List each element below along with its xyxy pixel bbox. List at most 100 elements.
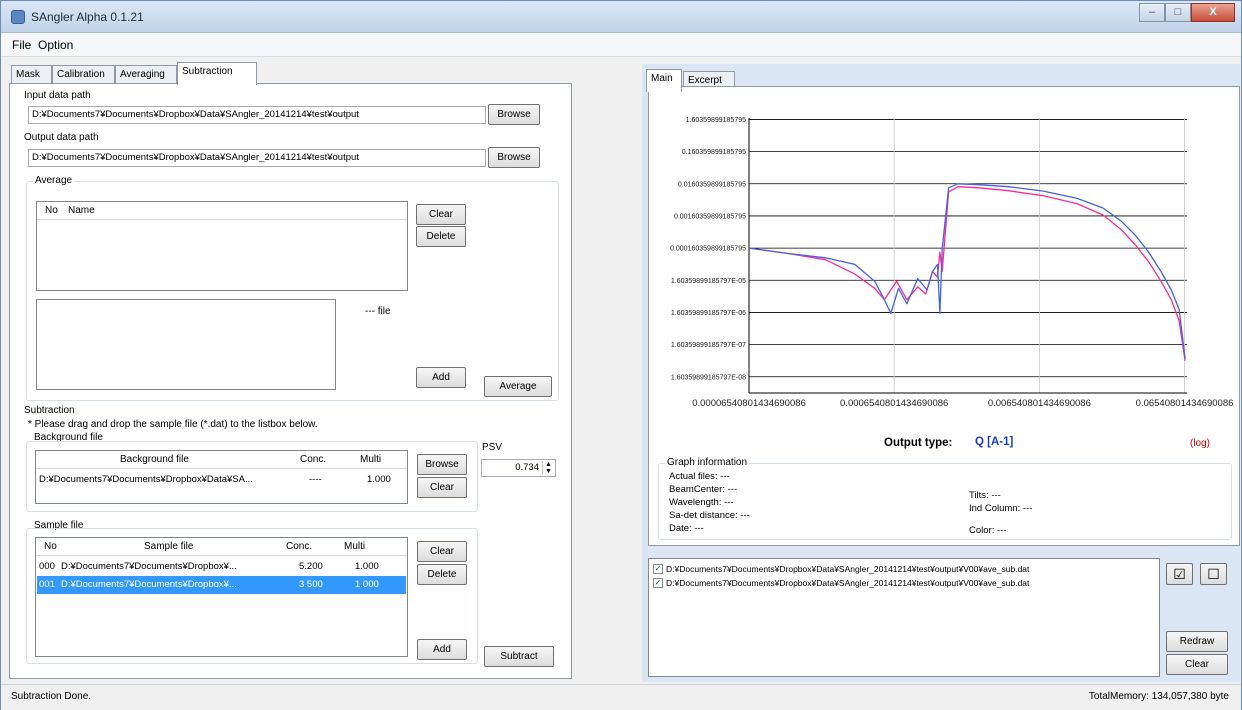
output-path-label: Output data path	[24, 132, 99, 143]
col-name: Name	[68, 205, 95, 216]
x-tick-label: 0.0006540801434690086	[840, 398, 948, 409]
col-sample-multi: Multi	[344, 541, 366, 552]
window-title: SAngler Alpha 0.1.21	[31, 10, 144, 24]
file-list-item[interactable]: ✓ D:¥Documents7¥Documents¥Dropbox¥Data¥S…	[653, 562, 1029, 575]
checkbox-checked-icon[interactable]: ✓	[653, 563, 663, 574]
ind-column-value: ---	[1022, 503, 1033, 514]
tab-subtraction[interactable]: Subtraction	[177, 62, 257, 85]
menu-bar: File Option	[1, 33, 1241, 57]
file-path: D:¥Documents7¥Documents¥Dropbox¥Data¥SAn…	[666, 577, 1030, 588]
background-listview[interactable]: Background file Conc. Multi D:¥Documents…	[35, 450, 408, 504]
input-browse-button[interactable]: Browse	[488, 104, 540, 125]
maximize-button[interactable]: □	[1165, 3, 1191, 22]
background-row[interactable]: D:¥Documents7¥Documents¥Dropbox¥Data¥SA.…	[37, 471, 406, 489]
graph-information-group: Graph information Actual files: --- Beam…	[658, 457, 1232, 540]
actual-files-row: Actual files: ---	[669, 471, 730, 482]
color-row: Color: ---	[969, 525, 1006, 536]
uncheck-all-button[interactable]: ☐	[1200, 563, 1227, 585]
file-path: D:¥Documents7¥Documents¥Dropbox¥Data¥SAn…	[666, 563, 1030, 574]
col-multi: Multi	[360, 454, 382, 465]
sa-det-distance-label: Sa-det distance:	[669, 510, 738, 521]
col-background-file: Background file	[120, 454, 189, 465]
sample-listview[interactable]: No Sample file Conc. Multi 000 D:¥Docume…	[35, 537, 408, 657]
psv-spinbox[interactable]: 0.734 ▲ ▼	[481, 459, 556, 477]
menu-option[interactable]: Option	[38, 38, 73, 52]
sample-file-cell: D:¥Documents7¥Documents¥Dropbox¥...	[61, 561, 237, 572]
y-tick-label: 1.60359899185797E-07	[671, 342, 746, 349]
tab-calibration[interactable]: Calibration	[52, 65, 115, 85]
background-list-header: Background file Conc. Multi	[36, 451, 407, 469]
sample-group: No Sample file Conc. Multi 000 D:¥Docume…	[26, 528, 478, 664]
intensity-chart[interactable]: 1.60359899185795 0.160359899185795 0.01603…	[649, 87, 1239, 417]
col-sample-conc: Conc.	[286, 541, 313, 552]
bg-file-cell: D:¥Documents7¥Documents¥Dropbox¥Data¥SA.…	[39, 474, 253, 485]
check-all-button[interactable]: ☑	[1166, 563, 1193, 585]
date-value: ---	[694, 523, 704, 534]
bg-multi-cell: 1.000	[367, 474, 391, 485]
sample-delete-button[interactable]: Delete	[417, 564, 467, 585]
beamcenter-row: BeamCenter: ---	[669, 484, 737, 495]
uncheck-all-icon: ☐	[1207, 566, 1220, 582]
actual-files-value: ---	[720, 471, 730, 482]
title-bar[interactable]: SAngler Alpha 0.1.21 – □ X	[1, 1, 1241, 33]
x-tick-label: 0.00006540801434690086	[692, 398, 806, 409]
chart-series	[749, 183, 1186, 361]
ind-column-label: Ind Column:	[969, 503, 1021, 514]
tab-main[interactable]: Main	[646, 69, 682, 92]
background-browse-button[interactable]: Browse	[417, 454, 467, 475]
chart-grid	[748, 118, 1187, 394]
input-path-label: Input data path	[24, 90, 91, 101]
wavelength-value: ---	[724, 497, 734, 508]
y-tick-label: 0.000160359899185795	[670, 246, 746, 253]
x-tick-label: 0.006540801434690086	[988, 398, 1091, 409]
subtract-button[interactable]: Subtract	[484, 646, 554, 667]
y-tick-label: 0.00160359899185795	[674, 213, 746, 220]
average-group: Average No Name Clear Delete --- file Ad…	[26, 175, 559, 401]
minimize-button[interactable]: –	[1139, 3, 1165, 22]
background-clear-button[interactable]: Clear	[417, 477, 467, 498]
average-button[interactable]: Average	[484, 376, 552, 397]
average-group-label: Average	[33, 175, 75, 186]
sample-multi-cell: 1.000	[355, 579, 379, 590]
sample-row[interactable]: 000 D:¥Documents7¥Documents¥Dropbox¥... …	[37, 558, 406, 576]
sample-row-selected[interactable]: 001 D:¥Documents7¥Documents¥Dropbox¥... …	[37, 576, 406, 594]
output-browse-button[interactable]: Browse	[488, 147, 540, 168]
output-path-field[interactable]: D:¥Documents7¥Documents¥Dropbox¥Data¥SAn…	[28, 149, 486, 167]
psv-label: PSV	[482, 442, 503, 453]
output-type-value[interactable]: Q [A-1]	[975, 436, 1013, 448]
wavelength-row: Wavelength: ---	[669, 497, 734, 508]
spin-arrows-icon[interactable]: ▲ ▼	[542, 461, 554, 475]
color-label: Color:	[969, 525, 995, 536]
sample-no-cell: 001	[39, 579, 55, 590]
subtraction-group-label: Subtraction	[24, 405, 75, 416]
average-delete-button[interactable]: Delete	[416, 226, 466, 247]
series-line-0	[749, 186, 1186, 361]
close-button[interactable]: X	[1191, 3, 1235, 22]
file-list-item[interactable]: ✓ D:¥Documents7¥Documents¥Dropbox¥Data¥S…	[653, 576, 1029, 589]
average-add-button[interactable]: Add	[416, 367, 466, 388]
y-tick-label: 0.160359899185795	[682, 149, 746, 156]
sa-det-distance-row: Sa-det distance: ---	[669, 510, 750, 521]
average-clear-button[interactable]: Clear	[416, 204, 466, 225]
y-tick-labels: 1.60359899185795 0.160359899185795 0.01603…	[670, 117, 746, 381]
col-no: No	[45, 205, 58, 216]
tab-averaging[interactable]: Averaging	[115, 65, 177, 85]
sa-det-distance-value: ---	[740, 510, 750, 521]
sample-clear-button[interactable]: Clear	[417, 541, 467, 562]
series-line-1	[749, 183, 1186, 359]
tab-mask[interactable]: Mask	[11, 65, 52, 85]
average-listview[interactable]: No Name	[36, 201, 408, 291]
sample-add-button[interactable]: Add	[417, 639, 467, 660]
wavelength-label: Wavelength:	[669, 497, 722, 508]
menu-file[interactable]: File	[12, 38, 31, 52]
beamcenter-value: ---	[727, 484, 738, 495]
scale-toggle[interactable]: (log)	[1190, 438, 1210, 449]
checkbox-checked-icon[interactable]: ✓	[653, 577, 663, 588]
redraw-button[interactable]: Redraw	[1166, 631, 1228, 652]
average-file-listbox[interactable]	[36, 299, 336, 390]
input-path-field[interactable]: D:¥Documents7¥Documents¥Dropbox¥Data¥SAn…	[28, 106, 486, 124]
y-tick-label: 0.0160359899185795	[678, 181, 746, 188]
clear-graph-button[interactable]: Clear	[1166, 654, 1228, 675]
sample-conc-cell: 5.200	[299, 561, 323, 572]
graph-file-listbox[interactable]: ✓ D:¥Documents7¥Documents¥Dropbox¥Data¥S…	[648, 558, 1160, 677]
